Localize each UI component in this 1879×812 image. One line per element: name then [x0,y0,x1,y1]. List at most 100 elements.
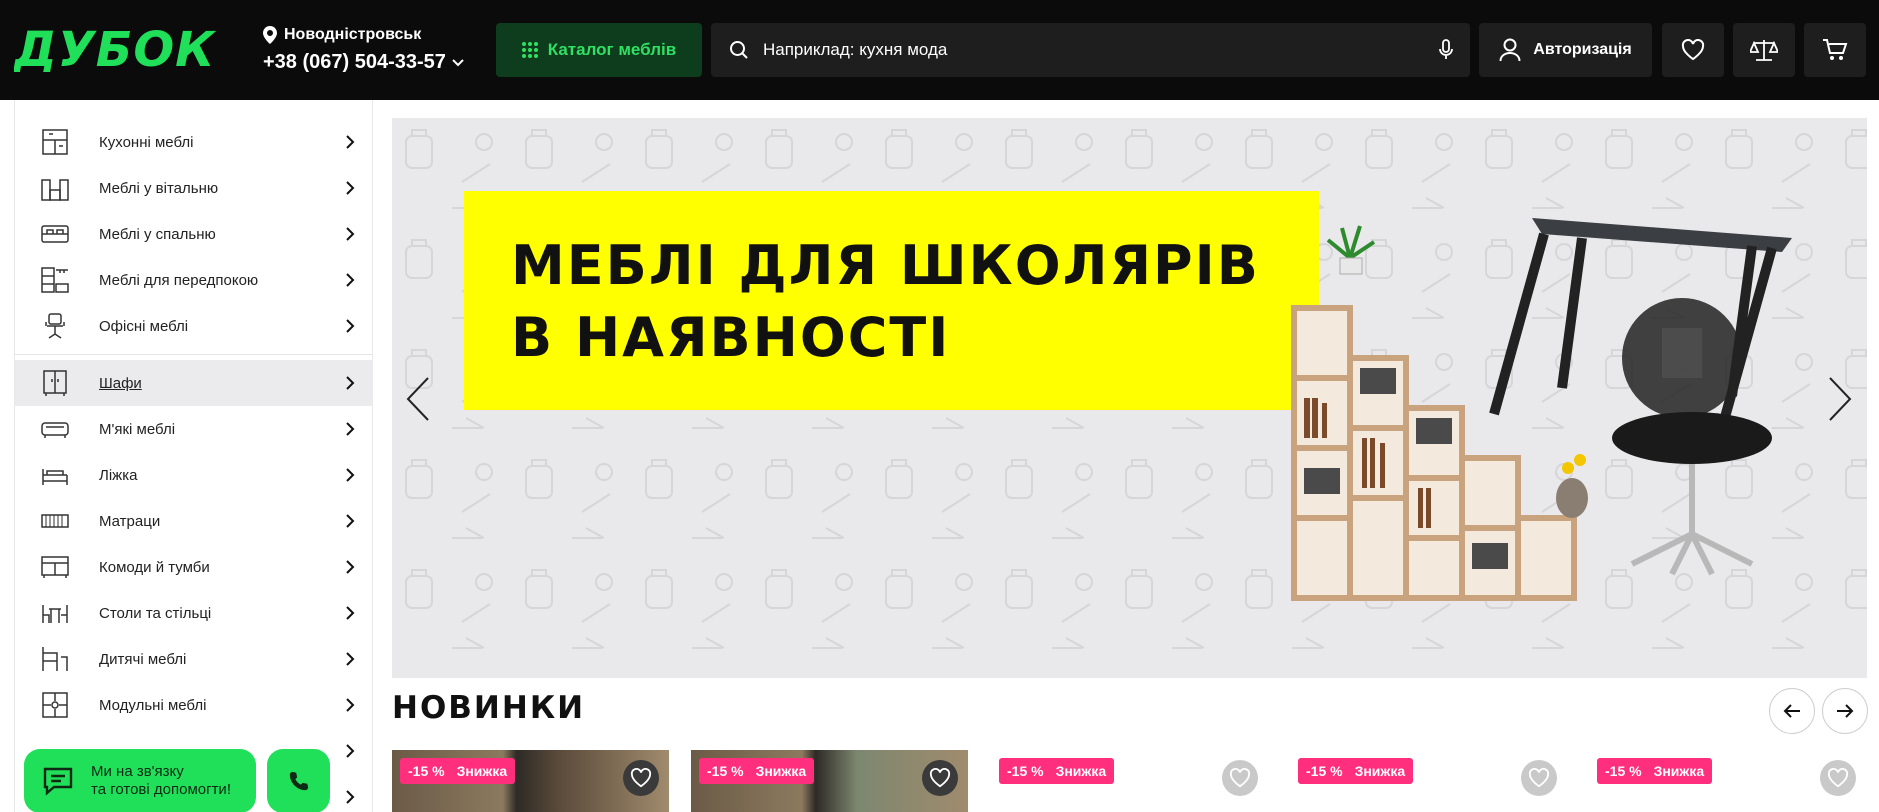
new-arrivals-next-button[interactable] [1822,688,1868,734]
dresser-icon [41,556,69,578]
sidebar-item-label: Дитячі меблі [99,650,187,668]
phone-icon [289,771,308,791]
sofa-icon [41,422,69,438]
banner-prev-arrow[interactable] [402,374,436,424]
add-to-wishlist-button[interactable] [1820,760,1856,796]
promo-banner[interactable]: МЕБЛІ ДЛЯ ШКОЛЯРІВ В НАЯВНОСТІ [392,118,1867,678]
sidebar-item-office[interactable]: Офісні меблі [15,303,373,349]
chevron-right-icon [346,790,355,804]
sidebar-item-label: М'які меблі [99,420,176,438]
phone-number: +38 (067) 504-33-57 [263,51,446,73]
chevron-right-icon [346,422,355,436]
sidebar-item-dressers[interactable]: Комоди й тумби [15,544,373,590]
chevron-down-icon [452,58,464,66]
heart-icon [1229,768,1251,788]
chat-bubble-icon [43,767,73,796]
compare-button[interactable] [1733,23,1795,77]
arrow-left-icon [1783,704,1800,718]
sidebar-divider [15,354,373,355]
chevron-right-icon [346,376,355,390]
phone-selector[interactable]: +38 (067) 504-33-57 [263,51,464,74]
search-input[interactable] [763,40,1438,60]
kitchen-icon [42,129,68,155]
product-card[interactable]: -15 % Знижка [392,750,669,812]
sidebar-item-label: Офісні меблі [99,317,189,335]
sidebar-item-label: Кухонні меблі [99,133,194,151]
svg-text:ДУБОК: ДУБОК [14,26,217,72]
scales-icon [1750,40,1778,61]
sidebar-item-beds[interactable]: Ліжка [15,452,373,498]
chevron-right-icon [346,227,355,241]
product-card[interactable]: -15 % Знижка [1589,750,1866,812]
chevron-right-icon [346,319,355,333]
chevron-right-icon [346,744,355,758]
catalog-sidebar: Кухонні меблі Меблі у вітальню Меблі у с… [14,100,373,812]
sidebar-item-label: Столи та стільці [99,604,212,622]
microphone-icon[interactable] [1438,39,1454,61]
login-label: Авторизація [1533,41,1632,58]
sidebar-item-label: Комоди й тумби [99,558,210,576]
call-button[interactable] [267,749,330,812]
add-to-wishlist-button[interactable] [922,760,958,796]
chevron-right-icon [346,606,355,620]
chevron-right-icon [346,652,355,666]
modular-icon [42,692,68,718]
sidebar-item-living-room[interactable]: Меблі у вітальню [15,165,373,211]
chevron-right-icon [346,273,355,287]
sidebar-item-kitchen[interactable]: Кухонні меблі [15,119,373,165]
banner-next-arrow[interactable] [1822,374,1856,424]
add-to-wishlist-button[interactable] [1521,760,1557,796]
sidebar-item-kids[interactable]: Дитячі меблі [15,636,373,682]
sidebar-item-label: Модульні меблі [99,696,207,714]
hallway-icon [41,267,69,293]
sidebar-item-hallway[interactable]: Меблі для передпокою [15,257,373,303]
living-room-icon [41,179,69,201]
sidebar-item-label: Меблі у вітальню [99,179,219,197]
banner-furniture-image [1291,218,1792,601]
add-to-wishlist-button[interactable] [1222,760,1258,796]
location-selector[interactable]: Новодністровськ [263,26,421,44]
grid-icon [521,42,538,58]
heart-icon [630,768,652,788]
add-to-wishlist-button[interactable] [623,760,659,796]
chat-widget-button[interactable]: Ми на зв'язку та готові допомогти! [24,749,256,812]
new-arrivals-title: НОВИНКИ [392,690,586,726]
catalog-label: Каталог меблів [547,40,677,59]
chevron-right-icon [346,698,355,712]
arrow-right-icon [1837,704,1854,718]
catalog-button[interactable]: Каталог меблів [496,23,702,77]
login-button[interactable]: Авторизація [1479,23,1652,77]
product-card[interactable]: -15 % Знижка [691,750,968,812]
cart-button[interactable] [1804,23,1866,77]
sidebar-item-sofas[interactable]: М'які меблі [15,406,373,452]
chevron-right-icon [346,514,355,528]
chevron-right-icon [346,181,355,195]
location-pin-icon [263,26,277,44]
new-arrivals-prev-button[interactable] [1769,688,1815,734]
table-chairs-icon [42,605,68,623]
chevron-right-icon [346,560,355,574]
cart-icon [1823,39,1848,60]
bedroom-icon [41,225,69,243]
wishlist-button[interactable] [1662,23,1724,77]
chat-widget-text: Ми на зв'язку та готові допомогти! [91,763,231,798]
discount-badge: -15 % Знижка [999,758,1115,784]
sidebar-item-modular[interactable]: Модульні меблі [15,682,373,728]
bed-icon [42,469,68,485]
banner-title: МЕБЛІ ДЛЯ ШКОЛЯРІВ В НАЯВНОСТІ [511,234,1260,369]
heart-icon [1827,768,1849,788]
sidebar-item-tables-chairs[interactable]: Столи та стільці [15,590,373,636]
site-header: ДУБОК Новодністровськ +38 (067) 504-33-5… [0,0,1879,100]
product-card[interactable]: -15 % Знижка [991,750,1268,812]
sidebar-item-bedroom[interactable]: Меблі у спальню [15,211,373,257]
sidebar-item-mattresses[interactable]: Матраци [15,498,373,544]
site-logo[interactable]: ДУБОК [14,26,246,72]
heart-icon [1681,39,1705,61]
sidebar-item-wardrobes[interactable]: Шафи [15,360,373,406]
wardrobe-icon [43,370,67,396]
discount-badge: -15 % Знижка [699,758,815,784]
search-icon [730,41,748,59]
discount-badge: -15 % Знижка [400,758,516,784]
product-card[interactable]: -15 % Знижка [1290,750,1567,812]
chevron-right-icon [346,135,355,149]
